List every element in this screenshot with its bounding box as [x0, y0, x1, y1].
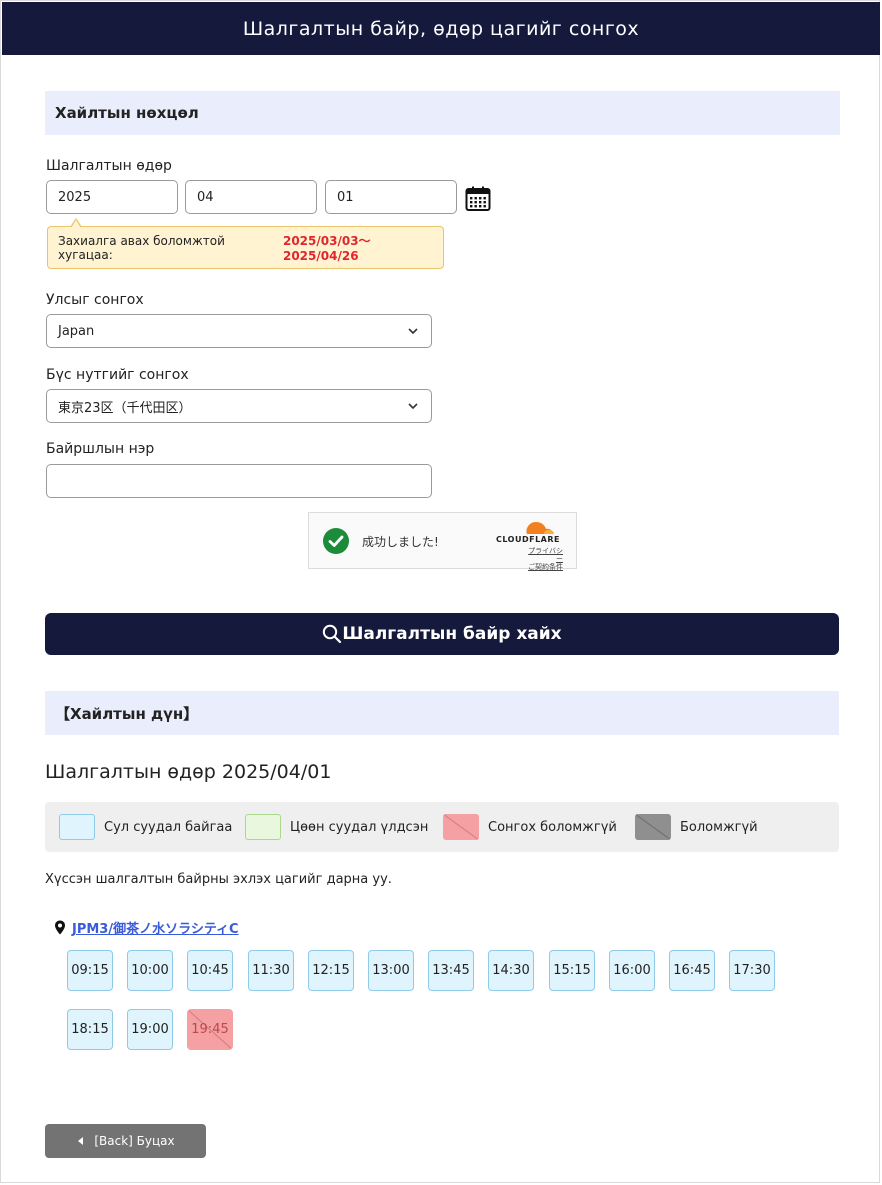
time-slot-label: 12:15	[312, 963, 350, 978]
time-slot-button[interactable]: 10:00	[127, 950, 173, 991]
exam-date-label: Шалгалтын өдөр	[46, 158, 172, 174]
time-slot-label: 19:00	[131, 1022, 169, 1037]
legend-label-unavailable: Боломжгүй	[680, 820, 758, 835]
captcha-widget[interactable]: 成功しました! CLOUDFLARE プライバシー ご契約条件	[308, 512, 577, 571]
country-value: Japan	[58, 323, 95, 339]
year-input[interactable]: 2025	[46, 180, 178, 214]
strike-line-icon	[635, 814, 671, 840]
time-slot-label: 16:00	[613, 963, 651, 978]
legend-swatch-unavailable	[635, 814, 671, 840]
time-slot-label: 13:00	[372, 963, 410, 978]
time-slot-label: 19:45	[191, 1022, 229, 1037]
time-slot-button[interactable]: 10:45	[187, 950, 233, 991]
cloudflare-logo-icon	[526, 522, 554, 534]
time-slot-button[interactable]: 12:15	[308, 950, 354, 991]
time-slot-button: 19:45	[187, 1009, 233, 1050]
time-slot-button[interactable]: 19:00	[127, 1009, 173, 1050]
chevron-down-icon	[408, 328, 418, 335]
venue-name-input[interactable]	[46, 464, 432, 498]
region-label: Бүс нутгийг сонгох	[46, 367, 189, 383]
captcha-status: 成功しました!	[362, 535, 439, 549]
time-slot-label: 18:15	[71, 1022, 109, 1037]
tooltip-range: 2025/03/03～2025/04/26	[282, 234, 371, 263]
page-frame	[0, 0, 880, 1183]
caret-left-icon	[78, 1137, 84, 1145]
legend-swatch-available	[59, 814, 95, 840]
legend-label-unselectable: Сонгох боломжгүй	[488, 820, 617, 835]
tooltip-text: Захиалга авах боломжтой хугацаа:	[58, 233, 225, 262]
search-button-label: Шалгалтын байр хайх	[342, 624, 562, 644]
time-slot-button[interactable]: 18:15	[67, 1009, 113, 1050]
back-button-label: [Back] Буцах	[94, 1134, 175, 1148]
time-slot-label: 13:45	[432, 963, 470, 978]
success-check-icon	[323, 528, 349, 554]
legend-swatch-unselectable	[443, 814, 479, 840]
availability-legend: Сул суудал байгаа Цөөн суудал үлдсэн Сон…	[45, 802, 839, 852]
captcha-links: プライバシー ご契約条件	[527, 547, 563, 571]
time-slot-button[interactable]: 09:15	[67, 950, 113, 991]
country-select[interactable]: Japan	[46, 314, 432, 348]
time-slot-label: 15:15	[553, 963, 591, 978]
strike-line-icon	[443, 814, 479, 840]
time-slot-label: 10:45	[191, 963, 229, 978]
cloudflare-brand: CLOUDFLARE	[496, 535, 560, 544]
tooltip-arrow-fill	[71, 220, 81, 228]
chevron-down-icon	[408, 403, 418, 410]
time-slot-button[interactable]: 17:30	[729, 950, 775, 991]
legend-label-few-seats: Цөөн суудал үлдсэн	[290, 820, 429, 835]
map-pin-icon	[55, 920, 65, 935]
legend-swatch-few-seats	[245, 814, 281, 840]
terms-link[interactable]: ご契約条件	[527, 563, 563, 571]
time-slot-button[interactable]: 16:45	[669, 950, 715, 991]
search-button[interactable]: Шалгалтын байр хайх	[45, 613, 839, 655]
back-button[interactable]: [Back] Буцах	[45, 1124, 206, 1158]
time-slot-label: 17:30	[733, 963, 771, 978]
time-slot-button[interactable]: 13:45	[428, 950, 474, 991]
region-value: 東京23区（千代田区）	[58, 400, 192, 416]
month-input[interactable]: 04	[185, 180, 317, 214]
time-slot-label: 14:30	[492, 963, 530, 978]
time-slot-button[interactable]: 14:30	[488, 950, 534, 991]
page-title: Шалгалтын байр, өдөр цагийг сонгох	[2, 2, 880, 55]
location-row: JPM3/御茶ノ水ソラシティC	[54, 918, 239, 937]
calendar-icon[interactable]	[465, 186, 491, 212]
region-select[interactable]: 東京23区（千代田区）	[46, 389, 432, 423]
time-slot-label: 09:15	[71, 963, 109, 978]
time-slot-button[interactable]: 16:00	[609, 950, 655, 991]
time-slot-label: 11:30	[252, 963, 290, 978]
venue-name-label: Байршлын нэр	[46, 441, 155, 457]
privacy-link[interactable]: プライバシー	[527, 547, 563, 563]
day-input[interactable]: 01	[325, 180, 457, 214]
time-slot-button[interactable]: 11:30	[248, 950, 294, 991]
time-slot-button[interactable]: 13:00	[368, 950, 414, 991]
search-conditions-heading: Хайлтын нөхцөл	[45, 91, 840, 135]
time-slot-label: 10:00	[131, 963, 169, 978]
location-link[interactable]: JPM3/御茶ノ水ソラシティC	[72, 918, 239, 937]
time-slot-button[interactable]: 15:15	[549, 950, 595, 991]
country-label: Улсыг сонгох	[46, 292, 144, 308]
time-slot-label: 16:45	[673, 963, 711, 978]
legend-label-available: Сул суудал байгаа	[104, 820, 233, 835]
booking-period-tooltip: Захиалга авах боломжтой хугацаа: 2025/03…	[47, 226, 444, 269]
instruction-text: Хүссэн шалгалтын байрны эхлэх цагийг дар…	[45, 872, 392, 887]
result-exam-date: Шалгалтын өдөр 2025/04/01	[45, 761, 332, 783]
search-icon	[323, 624, 342, 644]
results-heading: 【Хайлтын дүн】	[45, 691, 839, 735]
